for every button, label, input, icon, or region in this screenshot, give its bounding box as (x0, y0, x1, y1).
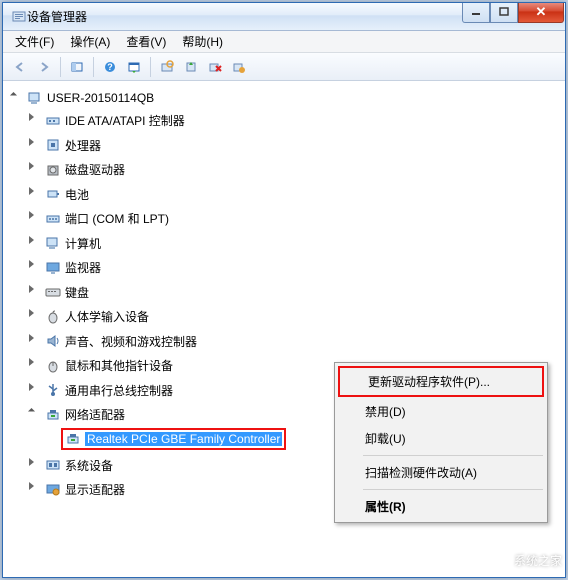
app-icon (11, 9, 27, 25)
node-label: 键盘 (65, 284, 89, 301)
close-button[interactable]: ✕ (518, 3, 564, 23)
menubar: 文件(F) 操作(A) 查看(V) 帮助(H) (3, 31, 565, 53)
forward-button[interactable] (33, 56, 55, 78)
display-icon (45, 482, 61, 498)
node-label: 监视器 (65, 259, 101, 276)
computer-icon (27, 90, 43, 106)
separator (150, 57, 151, 77)
node-label: 处理器 (65, 137, 101, 154)
port-icon (45, 211, 61, 227)
expand-toggle[interactable] (29, 458, 38, 467)
expand-toggle[interactable] (29, 383, 38, 392)
disk-icon (45, 162, 61, 178)
tree-node[interactable]: IDE ATA/ATAPI 控制器 (43, 109, 561, 134)
node-label: 电池 (65, 186, 89, 203)
expand-toggle[interactable] (29, 211, 38, 220)
disable-button[interactable] (204, 56, 226, 78)
maximize-button[interactable] (490, 3, 518, 23)
ide-icon (45, 113, 61, 129)
expand-toggle[interactable] (29, 113, 38, 122)
properties-button[interactable] (123, 56, 145, 78)
scan-hardware-button[interactable] (156, 56, 178, 78)
expand-toggle[interactable] (29, 482, 38, 491)
battery-icon (45, 186, 61, 202)
expand-toggle[interactable] (29, 260, 38, 269)
menu-disable[interactable]: 禁用(D) (337, 398, 545, 425)
uninstall-button[interactable] (228, 56, 250, 78)
watermark: 系统之家 (482, 546, 562, 574)
context-menu: 更新驱动程序软件(P)... 禁用(D) 卸载(U) 扫描检测硬件改动(A) 属… (334, 362, 548, 523)
node-label: 磁盘驱动器 (65, 161, 125, 178)
expand-toggle[interactable] (29, 236, 38, 245)
expand-toggle[interactable] (29, 358, 38, 367)
keyboard-icon (45, 284, 61, 300)
sound-icon (45, 333, 61, 349)
expand-toggle[interactable] (29, 285, 38, 294)
hid-icon (45, 309, 61, 325)
tree-node[interactable]: 处理器 (43, 134, 561, 159)
window-title: 设备管理器 (27, 8, 462, 25)
separator (60, 57, 61, 77)
menu-uninstall[interactable]: 卸载(U) (337, 425, 545, 452)
menu-view[interactable]: 查看(V) (118, 31, 174, 52)
system-icon (45, 457, 61, 473)
tree-node[interactable]: 电池 (43, 183, 561, 208)
mouse-icon (45, 358, 61, 374)
node-label: 声音、视频和游戏控制器 (65, 333, 197, 350)
network-icon (45, 407, 61, 423)
separator (93, 57, 94, 77)
update-driver-button[interactable] (180, 56, 202, 78)
menu-file[interactable]: 文件(F) (7, 31, 62, 52)
menu-separator (363, 455, 543, 456)
toolbar: ? (3, 53, 565, 81)
expand-toggle[interactable] (29, 407, 38, 416)
highlight-box: 更新驱动程序软件(P)... (338, 366, 544, 397)
titlebar[interactable]: 设备管理器 ✕ (3, 3, 565, 31)
expand-toggle[interactable] (29, 187, 38, 196)
minimize-button[interactable] (462, 3, 490, 23)
tree-node[interactable]: 计算机 (43, 232, 561, 257)
menu-help[interactable]: 帮助(H) (174, 31, 231, 52)
monitor-icon (45, 260, 61, 276)
menu-scan-hardware[interactable]: 扫描检测硬件改动(A) (337, 459, 545, 486)
expand-toggle[interactable] (29, 309, 38, 318)
menu-update-driver[interactable]: 更新驱动程序软件(P)... (340, 368, 542, 395)
computer-icon (45, 235, 61, 251)
expand-toggle[interactable] (29, 162, 38, 171)
tree-node[interactable]: 监视器 (43, 256, 561, 281)
svg-text:?: ? (107, 62, 113, 72)
expand-toggle[interactable] (29, 334, 38, 343)
tree-node[interactable]: 声音、视频和游戏控制器 (43, 330, 561, 355)
node-label: 人体学输入设备 (65, 308, 149, 325)
tree-node[interactable]: 端口 (COM 和 LPT) (43, 207, 561, 232)
node-label: 计算机 (65, 235, 101, 252)
expand-toggle[interactable] (29, 138, 38, 147)
tree-node[interactable]: 磁盘驱动器 (43, 158, 561, 183)
node-label: IDE ATA/ATAPI 控制器 (65, 112, 185, 129)
tree-node[interactable]: 人体学输入设备 (43, 305, 561, 330)
menu-properties[interactable]: 属性(R) (337, 493, 545, 520)
node-label: 鼠标和其他指针设备 (65, 357, 173, 374)
node-label: 网络适配器 (65, 406, 125, 423)
help-button[interactable]: ? (99, 56, 121, 78)
node-label: 端口 (COM 和 LPT) (65, 210, 169, 227)
usb-icon (45, 382, 61, 398)
node-label: 通用串行总线控制器 (65, 382, 173, 399)
network-adapter-icon (65, 431, 81, 447)
expand-toggle[interactable] (11, 91, 20, 100)
root-label: USER-20150114QB (47, 91, 154, 105)
window-buttons: ✕ (462, 3, 564, 23)
selected-device-label: Realtek PCIe GBE Family Controller (85, 432, 282, 446)
node-label: 系统设备 (65, 457, 113, 474)
back-button[interactable] (9, 56, 31, 78)
menu-separator (363, 489, 543, 490)
tree-node[interactable]: 键盘 (43, 281, 561, 306)
menu-action[interactable]: 操作(A) (62, 31, 118, 52)
cpu-icon (45, 137, 61, 153)
node-label: 显示适配器 (65, 481, 125, 498)
show-hide-console-button[interactable] (66, 56, 88, 78)
